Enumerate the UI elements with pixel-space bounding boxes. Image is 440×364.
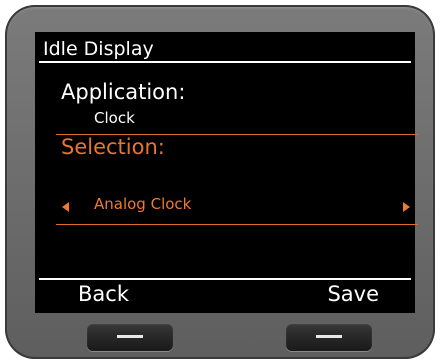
dash-icon <box>316 335 342 338</box>
device-bezel: Idle Display Application: Clock Selectio… <box>5 5 435 359</box>
softkey-save-label[interactable]: Save <box>327 282 379 306</box>
application-value[interactable]: Clock <box>94 109 135 127</box>
dash-icon <box>117 335 143 338</box>
separator <box>56 224 418 225</box>
selection-value[interactable]: Analog Clock <box>94 195 191 213</box>
application-label: Application: <box>61 80 186 104</box>
arrow-right-icon[interactable] <box>403 202 410 212</box>
screen-title: Idle Display <box>39 35 411 63</box>
right-softkey-button[interactable] <box>286 323 372 351</box>
selection-label: Selection: <box>61 135 165 159</box>
softkey-back-label[interactable]: Back <box>78 282 129 306</box>
display-screen: Idle Display Application: Clock Selectio… <box>35 32 418 313</box>
softkey-divider <box>39 278 411 280</box>
left-softkey-button[interactable] <box>87 323 173 351</box>
arrow-left-icon[interactable] <box>62 202 69 212</box>
